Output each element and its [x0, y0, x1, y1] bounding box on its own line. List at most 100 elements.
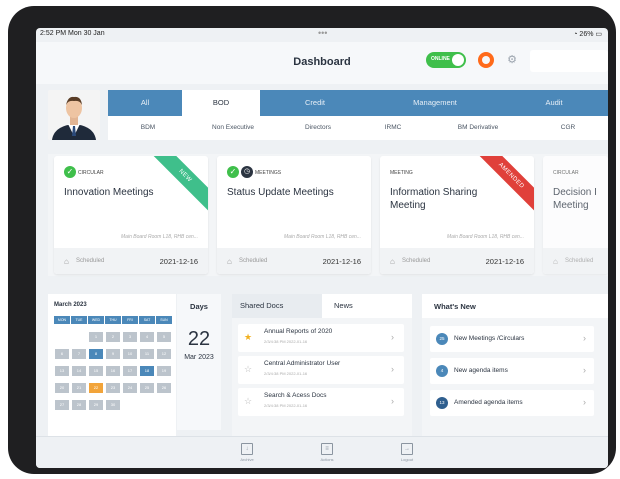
- calendar-day[interactable]: 30: [106, 400, 120, 410]
- nav-label: Archive: [240, 457, 254, 462]
- calendar-day[interactable]: 27: [55, 400, 69, 410]
- card-type: MEETING: [390, 170, 413, 176]
- calendar-day[interactable]: 11: [140, 349, 154, 359]
- nav-actions[interactable]: ≡ Actions: [312, 443, 342, 462]
- meeting-card[interactable]: ✓ CIRCULAR NEW Innovation Meetings Main …: [54, 156, 208, 274]
- tag-icon: ⌂: [390, 257, 395, 266]
- card-location: Main Board Room L18, RHB cen...: [447, 234, 524, 240]
- whats-new-label: New Meetings /Circulars: [454, 335, 525, 342]
- calendar-day[interactable]: 21: [72, 383, 86, 393]
- calendar-day[interactable]: 6: [55, 349, 69, 359]
- calendar-day[interactable]: 19: [157, 366, 171, 376]
- calendar-day[interactable]: 16: [106, 366, 120, 376]
- archive-icon: ↓: [241, 443, 253, 455]
- days-number: 22: [187, 328, 211, 350]
- gear-icon[interactable]: ⚙: [504, 52, 520, 68]
- calendar-day[interactable]: 10: [123, 349, 137, 359]
- calendar-day[interactable]: 9: [106, 349, 120, 359]
- chevron-right-icon: ›: [391, 364, 394, 374]
- doc-item[interactable]: ☆ Search & Acess Docs 2/3/4:38 PM 2022-0…: [238, 388, 404, 416]
- doc-name: Central Administrator User: [264, 360, 341, 367]
- tag-icon: ⌂: [553, 257, 558, 266]
- calendar-day[interactable]: 15: [89, 366, 103, 376]
- calendar-day[interactable]: 3: [123, 332, 137, 342]
- battery-icon: ▭: [593, 31, 602, 38]
- card-status: Scheduled: [76, 258, 105, 264]
- tab-audit[interactable]: Audit: [500, 90, 608, 116]
- avatar[interactable]: [48, 90, 100, 140]
- calendar-day[interactable]: 18: [140, 366, 154, 376]
- check-icon: ✓: [227, 166, 239, 178]
- whats-new-item[interactable]: 4 New agenda items ›: [430, 358, 594, 384]
- calendar-day[interactable]: 25: [140, 383, 154, 393]
- days-month: Mar 2023: [184, 354, 214, 361]
- logout-icon: →: [401, 443, 413, 455]
- meeting-card[interactable]: ✓ ◷ MEETINGS Status Update Meetings Main…: [217, 156, 371, 274]
- doc-timestamp: 2/3/4:38 PM 2022-01-16: [264, 339, 308, 344]
- card-location: Main Board Room L18, RHB cen...: [284, 234, 361, 240]
- online-toggle[interactable]: ONLINE: [426, 52, 466, 68]
- whats-new-item[interactable]: 13 Amended agenda items ›: [430, 390, 594, 416]
- doc-item[interactable]: ★ Annual Reports of 2020 2/3/4:38 PM 202…: [238, 324, 404, 352]
- online-label: ONLINE: [431, 56, 450, 62]
- card-title: Decision I Meeting: [553, 187, 597, 211]
- calendar-day[interactable]: 20: [55, 383, 69, 393]
- tab-news[interactable]: News: [322, 294, 412, 318]
- calendar-day[interactable]: 7: [72, 349, 86, 359]
- weekday-label: SUN: [156, 316, 172, 324]
- doc-item[interactable]: ☆ Central Administrator User 2/3/4:38 PM…: [238, 356, 404, 384]
- subtab-bm-derivative[interactable]: BM Derivative: [428, 116, 528, 140]
- star-outline-icon[interactable]: ☆: [244, 364, 252, 375]
- whats-new-item[interactable]: 25 New Meetings /Circulars ›: [430, 326, 594, 352]
- card-footer: ⌂ Scheduled 2021-12-16: [217, 248, 371, 274]
- calendar-day[interactable]: 26: [157, 383, 171, 393]
- subtab-irmc[interactable]: IRMC: [358, 116, 428, 140]
- card-title: Information Sharing Meeting: [390, 187, 478, 211]
- meeting-card[interactable]: MEETING AMENDED Information Sharing Meet…: [380, 156, 534, 274]
- calendar-day[interactable]: 14: [72, 366, 86, 376]
- calendar-day[interactable]: 12: [157, 349, 171, 359]
- tab-management[interactable]: Management: [370, 90, 500, 116]
- nav-archive[interactable]: ↓ Archive: [232, 443, 262, 462]
- subtab-bdm[interactable]: BDM: [108, 116, 188, 140]
- multitask-dots[interactable]: •••: [318, 28, 327, 38]
- calendar-day[interactable]: 22: [89, 383, 103, 393]
- subtab-non-executive[interactable]: Non Executive: [188, 116, 278, 140]
- check-icon: ✓: [64, 166, 76, 178]
- calendar-day[interactable]: 13: [55, 366, 69, 376]
- search-input[interactable]: [530, 50, 608, 72]
- card-date: 2021-12-16: [322, 257, 361, 266]
- nav-logout[interactable]: → Logout: [392, 443, 422, 462]
- calendar-day[interactable]: 29: [89, 400, 103, 410]
- calendar-day[interactable]: 1: [89, 332, 103, 342]
- actions-icon: ≡: [321, 443, 333, 455]
- brand-logo-icon[interactable]: [478, 52, 494, 68]
- whats-new-label: New agenda items: [454, 367, 508, 374]
- card-title: Innovation Meetings: [64, 187, 154, 198]
- tab-bod[interactable]: BOD: [182, 90, 260, 116]
- committee-tabs: All BOD Credit Management Audit: [108, 90, 608, 116]
- card-footer: ⌂ Scheduled 2021-12-16: [380, 248, 534, 274]
- calendar-day[interactable]: 5: [157, 332, 171, 342]
- tab-all[interactable]: All: [108, 90, 182, 116]
- calendar-day[interactable]: 17: [123, 366, 137, 376]
- tab-shared-docs[interactable]: Shared Docs: [232, 294, 322, 318]
- calendar-day[interactable]: 24: [123, 383, 137, 393]
- subtab-cgr[interactable]: CGR: [528, 116, 608, 140]
- calendar-day[interactable]: 8: [89, 349, 103, 359]
- nav-label: Actions: [320, 457, 334, 462]
- calendar-day[interactable]: 2: [106, 332, 120, 342]
- subtab-directors[interactable]: Directors: [278, 116, 358, 140]
- tab-credit[interactable]: Credit: [260, 90, 370, 116]
- calendar-day[interactable]: 4: [140, 332, 154, 342]
- calendar-day[interactable]: 28: [72, 400, 86, 410]
- days-panel: Days 22 Mar 2023: [177, 294, 221, 430]
- new-ribbon: NEW: [147, 156, 208, 214]
- meeting-card[interactable]: CIRCULAR Decision I Meeting ⌂ Scheduled: [543, 156, 608, 274]
- star-icon[interactable]: ★: [244, 332, 252, 343]
- star-outline-icon[interactable]: ☆: [244, 396, 252, 407]
- count-badge: 4: [436, 365, 448, 377]
- card-type: MEETINGS: [255, 170, 282, 176]
- profile-photo: [48, 90, 100, 140]
- calendar-day[interactable]: 23: [106, 383, 120, 393]
